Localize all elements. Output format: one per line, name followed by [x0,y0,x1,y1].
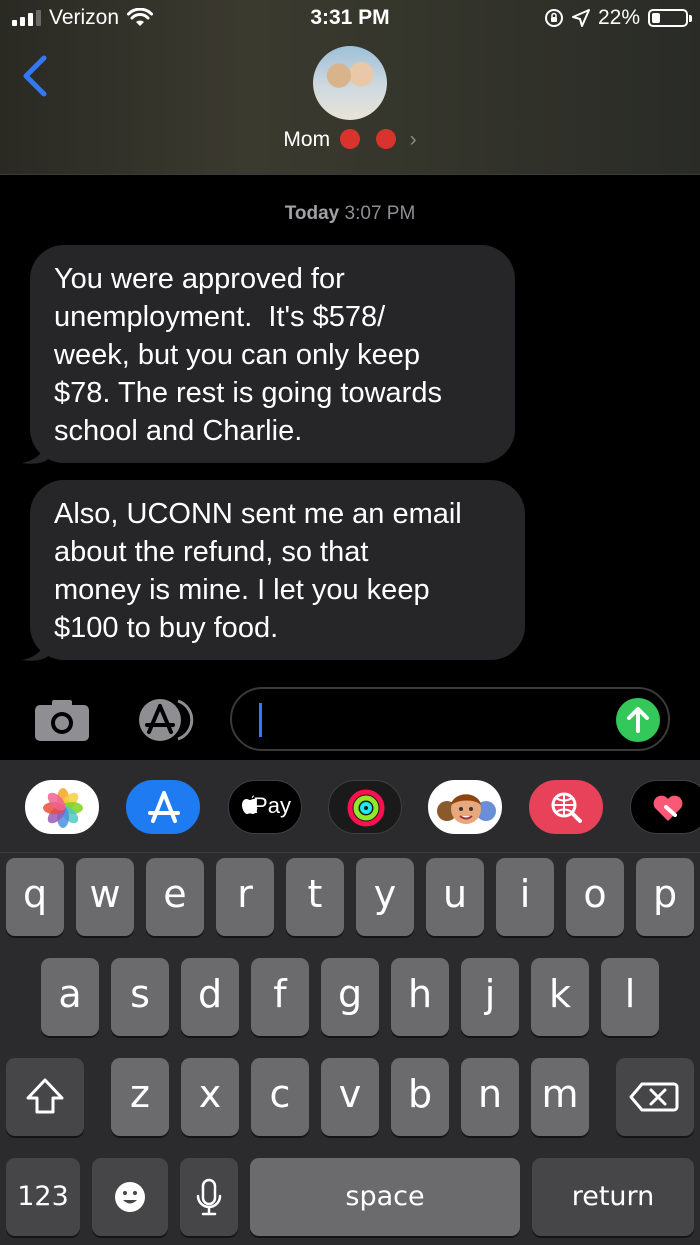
devil-face-emoji-icon [339,129,360,149]
key-v[interactable]: v [321,1058,379,1136]
battery-percent: 22% [597,6,640,29]
key-d[interactable]: d [181,958,239,1036]
incoming-message-bubble[interactable]: Also, UCONN sent me an email about the r… [30,480,525,660]
message-line: You were approved for [54,263,345,295]
message-line: about the refund, so that [54,536,369,568]
dictation-key[interactable] [180,1158,238,1236]
key-x[interactable]: x [181,1058,239,1136]
key-j[interactable]: j [461,958,519,1036]
text-caret [259,703,262,737]
message-line: Also, UCONN sent me an email [54,498,462,530]
message-line: $100 to buy food. [54,612,279,644]
app-store-icon [148,791,180,823]
key-o[interactable]: o [566,858,624,936]
microphone-icon [196,1178,222,1216]
return-key[interactable]: return [532,1158,694,1236]
key-c[interactable]: c [251,1058,309,1136]
key-w[interactable]: w [76,858,134,936]
imessage-app-strip: Pay [0,760,700,853]
message-input[interactable] [230,687,670,751]
bubble-tail [22,435,50,464]
key-e[interactable]: e [146,858,204,936]
message-line: week, but you can only keep [54,339,420,371]
shift-arrow-icon [26,1078,64,1114]
conversation-header: Verizon 3:31 PM 22% Mom › [0,0,700,175]
app-store-drawer-icon[interactable] [132,697,194,743]
key-m[interactable]: m [531,1058,589,1136]
space-key[interactable]: space [250,1158,520,1236]
contact-name: Mom [283,128,331,151]
key-u[interactable]: u [426,858,484,936]
status-right: 22% [544,6,692,30]
key-n[interactable]: n [461,1058,519,1136]
image-search-app-button[interactable] [529,780,603,834]
key-i[interactable]: i [496,858,554,936]
message-line: school and Charlie. [54,415,303,447]
key-h[interactable]: h [391,958,449,1036]
key-s[interactable]: s [111,958,169,1036]
key-a[interactable]: a [41,958,99,1036]
globe-search-icon [551,792,582,823]
activity-rings-icon [347,789,385,827]
backspace-icon [629,1082,679,1112]
shift-key[interactable] [6,1058,84,1136]
key-q[interactable]: q [6,858,64,936]
orientation-lock-icon [544,9,563,27]
photos-app-button[interactable] [25,780,99,834]
timestamp-time: 3:07 PM [344,203,416,224]
memoji-icon [437,794,496,824]
key-y[interactable]: y [356,858,414,936]
arrow-up-icon [627,707,649,733]
digital-touch-heart-icon [653,795,683,821]
devil-face-emoji-icon [375,129,396,149]
apple-pay-label: Pay [253,793,291,818]
key-b[interactable]: b [391,1058,449,1136]
camera-icon[interactable] [33,697,91,743]
key-r[interactable]: r [216,858,274,936]
chevron-right-icon: › [409,128,417,151]
key-t[interactable]: t [286,858,344,936]
bubble-tail [22,632,50,661]
message-line: $78. The rest is going towards [54,377,442,409]
delete-key[interactable] [616,1058,694,1136]
memoji-app-button[interactable] [428,780,502,834]
activity-app-button[interactable] [328,780,402,834]
key-z[interactable]: z [111,1058,169,1136]
incoming-message-bubble[interactable]: You were approved for unemployment. It's… [30,245,515,463]
status-bar: Verizon 3:31 PM 22% [0,6,700,34]
keyboard: Pay q w e r t y u i o p a s d f g h j k … [0,760,700,1245]
key-k[interactable]: k [531,958,589,1036]
numbers-key[interactable]: 123 [6,1158,80,1236]
key-l[interactable]: l [601,958,659,1036]
key-f[interactable]: f [251,958,309,1036]
emoji-key[interactable] [92,1158,168,1236]
battery-icon [648,9,692,27]
send-button[interactable] [616,698,660,742]
contact-avatar[interactable] [313,46,387,120]
apple-pay-app-button[interactable]: Pay [228,780,302,834]
emoji-smiley-icon [115,1182,145,1212]
location-arrow-icon [571,9,590,27]
key-p[interactable]: p [636,858,694,936]
contact-name-row[interactable]: Mom › [0,128,700,152]
app-store-app-button[interactable] [126,780,200,834]
back-chevron-icon[interactable] [18,54,54,98]
message-line: money is mine. I let you keep [54,574,430,606]
message-line: unemployment. It's $578/ [54,301,386,333]
photos-icon [43,788,83,828]
message-timestamp: Today 3:07 PM [0,203,700,225]
key-g[interactable]: g [321,958,379,1036]
digital-touch-app-button[interactable] [630,780,700,834]
timestamp-day: Today [284,203,340,224]
